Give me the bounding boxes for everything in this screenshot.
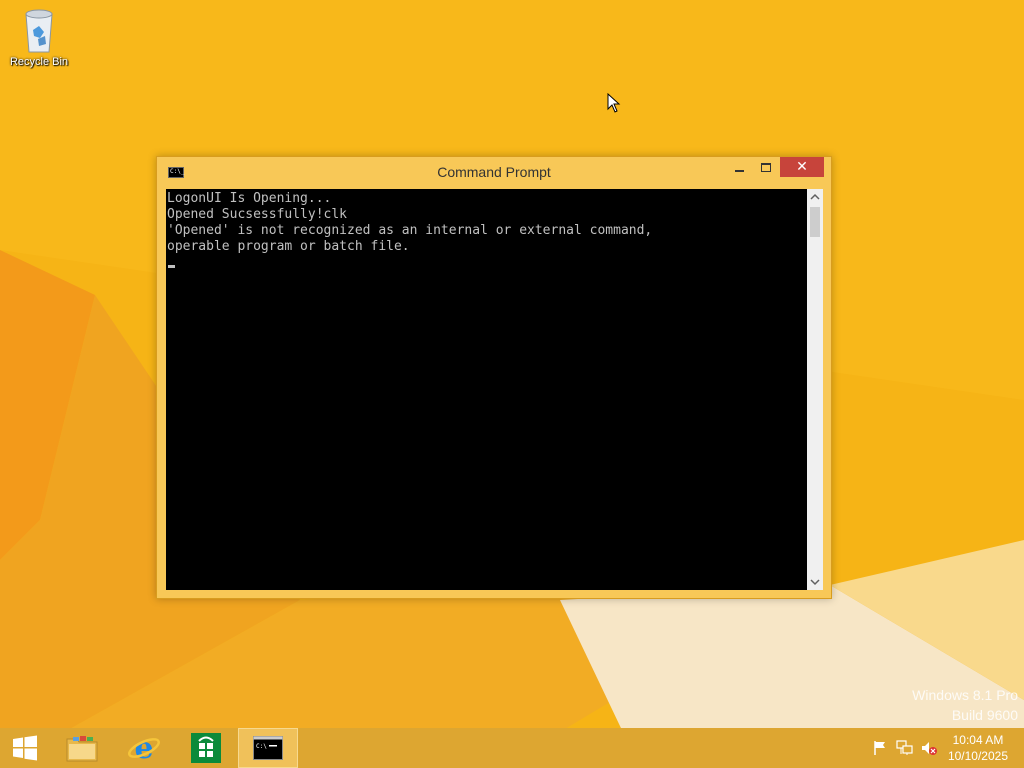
clock-date: 10/10/2025 <box>947 749 1008 763</box>
window-titlebar[interactable]: C:\_ Command Prompt ✕ <box>157 157 831 189</box>
clock-time: 10:04 AM <box>952 733 1004 747</box>
recycle-bin-icon <box>25 9 53 53</box>
network-icon[interactable] <box>896 740 914 756</box>
watermark-edition: Windows 8.1 Pro <box>912 687 1018 703</box>
command-prompt-window[interactable]: C:\_ Command Prompt ✕ LogonUI Is Opening… <box>156 156 832 599</box>
taskbar: e C:\ 10:04 AM 10/10/2025 <box>0 728 1024 768</box>
windows-logo-icon <box>13 735 37 761</box>
ie-icon: e <box>128 732 160 764</box>
taskbar-command-prompt-button[interactable]: C:\ <box>238 728 298 768</box>
console-line: LogonUI Is Opening... <box>167 191 332 206</box>
store-icon <box>191 733 221 763</box>
vertical-scrollbar[interactable] <box>807 189 823 590</box>
windows-version-watermark: Windows 8.1 Pro Build 9600 <box>912 685 1018 725</box>
system-tray: 10:04 AM 10/10/2025 <box>864 728 1024 768</box>
console-output[interactable]: LogonUI Is Opening... Opened Sucsessfull… <box>166 189 807 590</box>
console-cursor <box>168 265 175 268</box>
volume-muted-icon[interactable] <box>920 740 938 756</box>
svg-text:C:\: C:\ <box>256 743 267 750</box>
console-line: 'Opened' is not recognized as an interna… <box>167 223 653 238</box>
scroll-up-arrow-icon[interactable] <box>807 189 823 205</box>
close-icon: ✕ <box>796 159 808 175</box>
minimize-button[interactable] <box>726 157 753 177</box>
taskbar-file-explorer-button[interactable] <box>52 728 112 768</box>
console-line: Opened Sucsessfully!clk <box>167 207 348 222</box>
taskbar-clock[interactable]: 10:04 AM 10/10/2025 <box>948 732 1008 764</box>
svg-text:e: e <box>134 732 153 764</box>
desktop-icon-recycle-bin[interactable]: Recycle Bin <box>4 6 74 68</box>
maximize-button[interactable] <box>753 157 780 177</box>
taskbar-internet-explorer-button[interactable]: e <box>114 728 174 768</box>
recycle-bin-label: Recycle Bin <box>9 56 69 68</box>
taskbar-store-button[interactable] <box>176 728 236 768</box>
cmd-icon: C:\ <box>253 736 283 760</box>
folder-icon <box>66 736 98 762</box>
minimize-icon <box>735 170 744 172</box>
console-line: operable program or batch file. <box>167 239 410 254</box>
maximize-icon <box>761 163 771 172</box>
start-button[interactable] <box>0 728 50 768</box>
scrollbar-thumb[interactable] <box>810 207 820 237</box>
action-center-flag-icon[interactable] <box>872 740 888 756</box>
mouse-cursor-icon <box>607 93 621 113</box>
close-button[interactable]: ✕ <box>780 157 824 177</box>
watermark-build: Build 9600 <box>951 707 1018 723</box>
scroll-down-arrow-icon[interactable] <box>807 574 823 590</box>
